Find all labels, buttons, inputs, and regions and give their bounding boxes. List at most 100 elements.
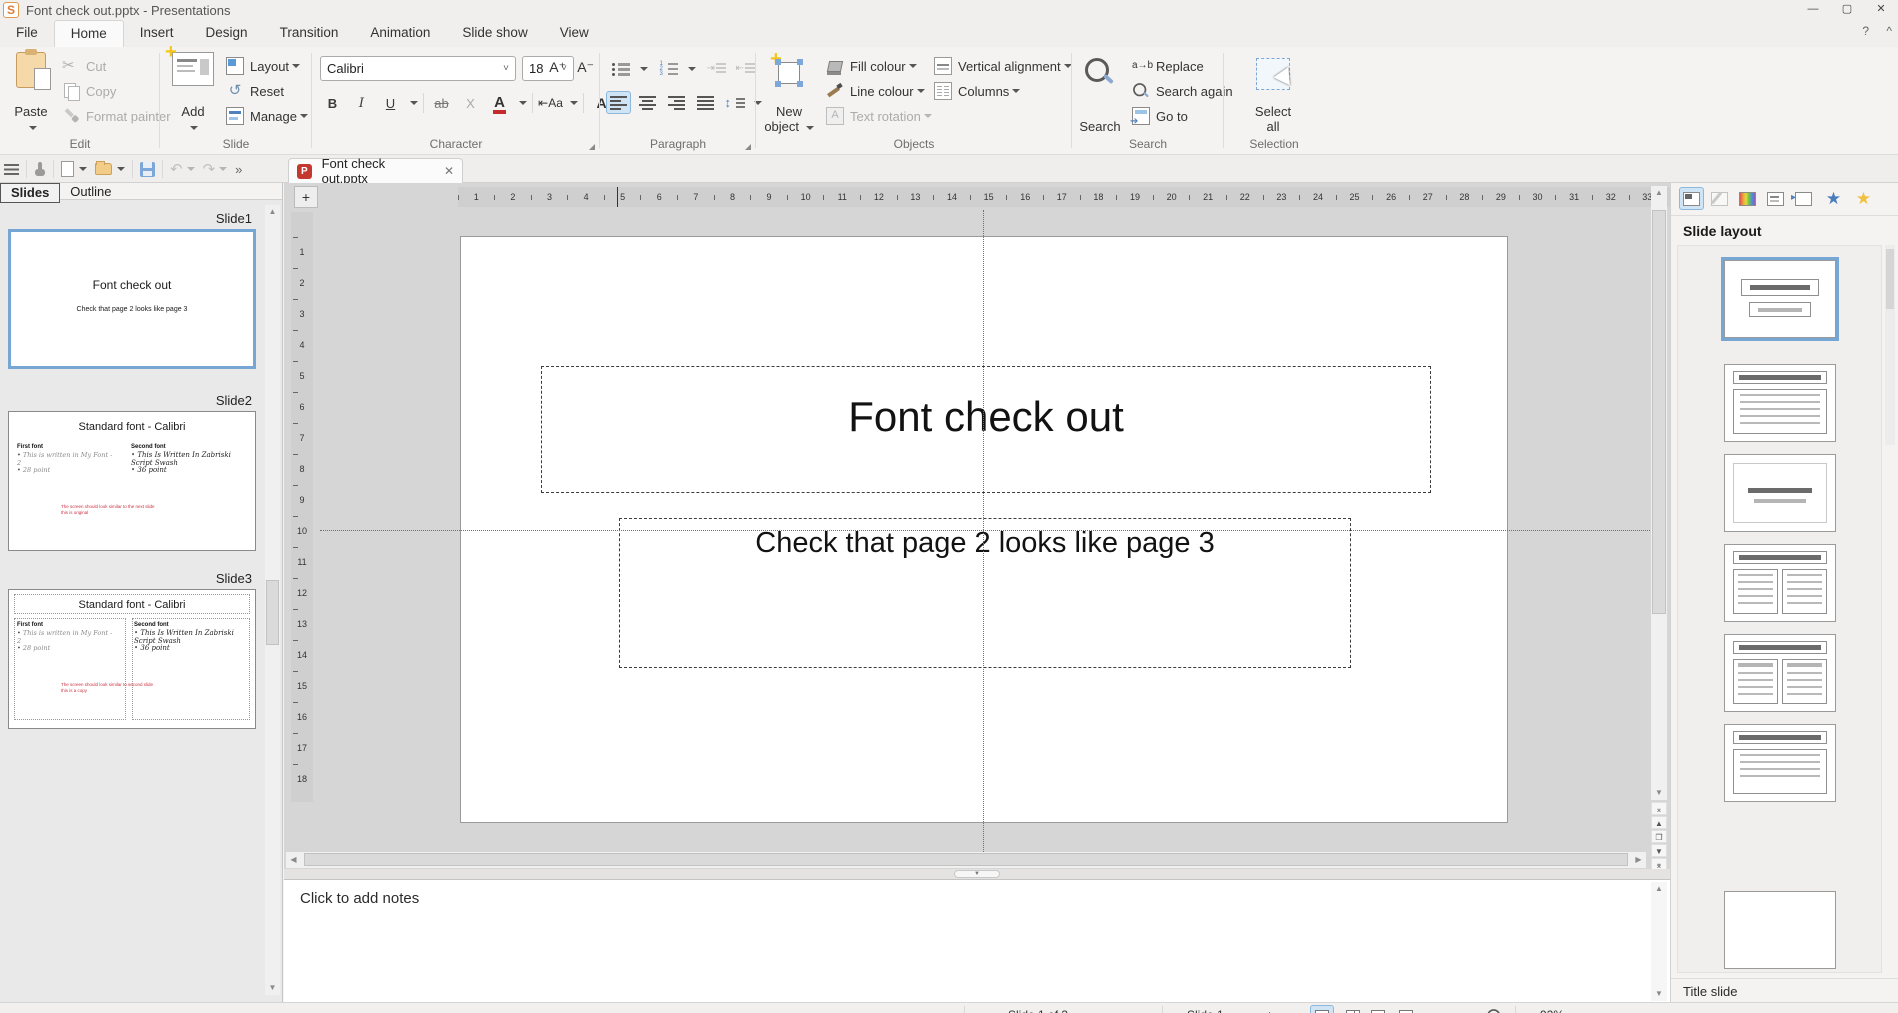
manage-button[interactable]: Manage [226,105,308,127]
canvas-vertical-scrollbar[interactable]: ▲ ▼ ⌅ ▲ ❐ ▼ ⌆ [1651,186,1667,868]
tab-animation[interactable]: Animation [354,20,446,46]
touch-mode-button[interactable] [30,158,50,180]
layout-thumbnail-two-content[interactable] [1724,544,1836,622]
layout-thumbnail-title-content[interactable] [1724,364,1836,442]
tab-outline[interactable]: Outline [60,183,121,201]
scrollbar-thumb[interactable] [1886,249,1894,309]
bullets-dropdown[interactable] [640,67,648,71]
slides-overview-button[interactable]: ❐ [1651,830,1667,843]
layout-list-scrollbar[interactable] [1885,245,1895,445]
next-slide-button[interactable]: ▼ [1651,844,1667,857]
scrollbar-thumb[interactable] [266,580,279,645]
align-center-button[interactable] [635,91,660,114]
slides-panel-scrollbar[interactable]: ▲ ▼ [265,205,280,995]
colour-scheme-tool-button[interactable] [1735,187,1760,210]
previous-slide-button[interactable]: ▲ [1651,816,1667,829]
align-left-button[interactable] [606,91,631,114]
tab-file[interactable]: File [0,20,54,46]
paragraph-dialog-launcher[interactable] [745,144,751,150]
layout-button[interactable]: Layout [226,55,308,77]
scroll-left-icon[interactable]: ◀ [286,853,301,867]
copy-button[interactable]: Copy [62,80,171,102]
slide-layout-tool-button[interactable] [1679,187,1704,210]
tab-home[interactable]: Home [54,20,124,47]
shrink-font-button[interactable]: A⁻ [577,59,594,76]
layout-thumbnail-comparison[interactable] [1724,634,1836,712]
scroll-down-icon[interactable]: ▼ [1651,786,1667,800]
italic-button[interactable]: I [349,92,374,115]
vertical-alignment-button[interactable]: Vertical alignment [934,55,1072,77]
reset-button[interactable]: ↺Reset [226,80,308,102]
justify-button[interactable] [693,91,718,114]
new-document-button[interactable] [57,158,91,180]
title-bar[interactable]: S Font check out.pptx - Presentations — … [0,0,1898,20]
search-button[interactable]: Search [1074,52,1126,134]
fill-colour-button[interactable]: Fill colour [826,55,932,77]
scroll-up-icon[interactable]: ▲ [1651,882,1667,896]
subtitle-placeholder[interactable]: Check that page 2 looks like page 3 [619,518,1351,668]
go-to-button[interactable]: Go to [1132,105,1233,127]
layout-thumbnail-content-only[interactable] [1724,724,1836,802]
line-colour-button[interactable]: Line colour [826,80,932,102]
ruler-crosshair-button[interactable]: + [294,186,318,208]
tab-view[interactable]: View [544,20,605,46]
minimize-button[interactable]: — [1796,0,1830,20]
font-color-button[interactable]: A [487,92,512,115]
menu-button[interactable] [0,158,23,180]
document-tab[interactable]: P Font check out.pptx ✕ [288,158,463,183]
sparkle-star-tool-button[interactable]: ★ [1821,187,1846,210]
canvas-horizontal-scrollbar[interactable]: ◀ ▶ [286,852,1646,868]
scroll-down-icon[interactable]: ▼ [265,981,280,995]
horizontal-guide-line[interactable] [320,530,1650,531]
splitter-handle[interactable]: ▼ [954,870,1000,878]
add-slide-button[interactable]: Add [166,52,220,134]
title-placeholder[interactable]: Font check out [541,366,1431,493]
character-dialog-launcher[interactable] [589,144,595,150]
favourite-star-tool-button[interactable]: ★ [1851,187,1876,210]
font-size-combobox[interactable]: 18˅ [522,56,574,81]
zoom-level[interactable]: 92% [1540,1008,1564,1013]
columns-button[interactable]: Columns [934,80,1072,102]
document-tab-close-icon[interactable]: ✕ [432,164,454,178]
format-painter-button[interactable]: Format painter [62,105,171,127]
close-button[interactable]: ✕ [1864,0,1898,20]
underline-dropdown[interactable] [410,101,418,105]
slide-subtitle-text[interactable]: Check that page 2 looks like page 3 [620,527,1350,560]
cut-button[interactable]: ✂Cut [62,55,171,77]
save-button[interactable] [136,158,159,180]
change-case-dropdown[interactable] [570,101,578,105]
notes-placeholder[interactable]: Click to add notes [300,890,419,907]
paste-button[interactable]: Paste [4,52,58,134]
header-footer-tool-button[interactable] [1763,187,1788,210]
slide-3-thumbnail[interactable]: Standard font - Calibri First font This … [8,589,256,729]
tab-slides[interactable]: Slides [0,183,60,203]
scrollbar-thumb[interactable] [304,853,1628,866]
edit-layout-tool-button[interactable] [1707,187,1732,210]
open-document-button[interactable] [91,158,129,180]
underline-button[interactable]: U [378,92,403,115]
reading-view-button[interactable] [1394,1005,1418,1013]
change-case-button[interactable]: ⇤Aa [538,92,563,115]
insert-placeholder-tool-button[interactable] [1791,187,1816,210]
layout-thumbnail-section-header[interactable] [1724,454,1836,532]
scroll-right-icon[interactable]: ▶ [1631,853,1646,867]
notes-scrollbar[interactable]: ▲ ▼ [1651,882,1667,1001]
align-right-button[interactable] [664,91,689,114]
notes-view-button[interactable] [1366,1005,1390,1013]
scroll-down-icon[interactable]: ▼ [1651,987,1667,1001]
tab-transition[interactable]: Transition [264,20,355,46]
slide-title-text[interactable]: Font check out [542,393,1430,441]
line-spacing-button[interactable] [722,91,747,114]
vertical-guide-line[interactable] [983,210,984,868]
new-object-button[interactable]: Newobject [760,52,818,134]
zoom-magnifier-icon[interactable] [1486,1008,1504,1013]
bold-button[interactable]: B [320,92,345,115]
maximize-button[interactable]: ▢ [1830,0,1864,20]
slide-sorter-view-button[interactable] [1338,1005,1362,1013]
font-name-combobox[interactable]: Calibri˅ [320,56,516,81]
increase-indent-button[interactable] [704,57,729,80]
text-rotation-button[interactable]: AText rotation [826,105,932,127]
first-slide-button[interactable]: ⌅ [1651,802,1667,815]
select-all-button[interactable]: Selectall [1246,52,1300,134]
normal-view-button[interactable] [1310,1005,1334,1013]
